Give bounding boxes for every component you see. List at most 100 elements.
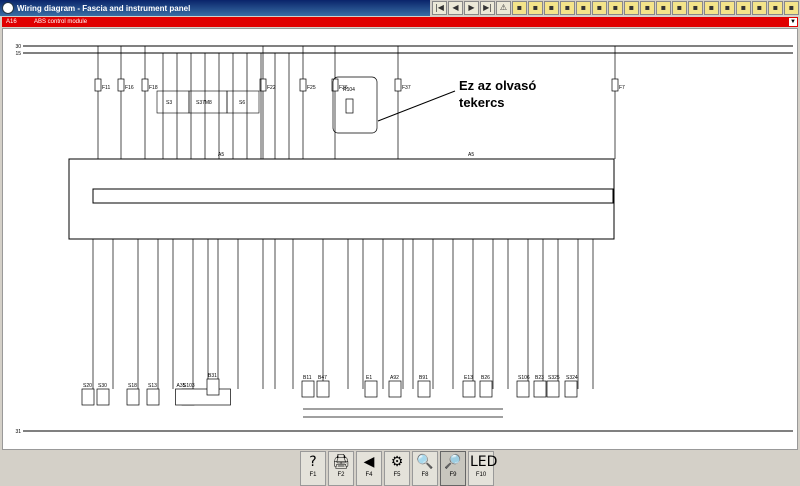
annotation-line: tekercs bbox=[459, 95, 505, 110]
connector-box[interactable] bbox=[388, 380, 402, 398]
fkey-f5-button[interactable]: ⚙ F5 bbox=[384, 451, 410, 486]
fkey-label: F8 bbox=[421, 472, 429, 478]
fkey-f4-button[interactable]: ◀ F4 bbox=[356, 451, 382, 486]
fuse-label: F16 bbox=[125, 85, 134, 91]
connector-label: E1 bbox=[366, 375, 372, 381]
wiring-diagram-canvas[interactable]: 30 15 31 A5 A5 R104 S3 S37M8 S6 S20 S30 S1… bbox=[2, 28, 798, 450]
toolbar: |◀ ◀ ▶ ▶| ⚠ ▪ ▪ ▪ ▪ ▪ ▪ ▪ ▪ ▪ ▪ ▪ ▪ ▪ ▪ ▪ ▪ ▪ ▪ bbox=[430, 0, 800, 16]
tool-icon[interactable]: ▪ bbox=[768, 1, 783, 15]
fkey-icon: 🔍 bbox=[416, 454, 434, 470]
rail-label: 31 bbox=[15, 429, 21, 435]
annotation-note: Ez az olvasó tekercs bbox=[459, 77, 536, 111]
fkey-f1-button[interactable]: ? F1 bbox=[300, 451, 326, 486]
rail-label: 30 bbox=[15, 44, 21, 50]
tool-icon[interactable]: ▪ bbox=[592, 1, 607, 15]
connector-label: S30 bbox=[98, 383, 107, 389]
app-icon bbox=[2, 2, 14, 14]
function-key-bar: ? F1 🖨 F2 ◀ F4 ⚙ F5 🔍 F8 🔎 F9 LED F10 bbox=[0, 451, 800, 486]
tool-icon[interactable]: ▪ bbox=[672, 1, 687, 15]
annotation-line: Ez az olvasó bbox=[459, 78, 537, 93]
tool-icon[interactable]: ▪ bbox=[656, 1, 671, 15]
tool-icon[interactable]: ▪ bbox=[544, 1, 559, 15]
connector-label: S13 bbox=[148, 383, 157, 389]
module-name: ABS control module bbox=[34, 19, 88, 25]
connector-label: A92 bbox=[390, 375, 399, 381]
tool-icon[interactable]: ▪ bbox=[576, 1, 591, 15]
connector-box[interactable] bbox=[533, 380, 547, 398]
fkey-label: F4 bbox=[365, 472, 373, 478]
connector-box[interactable] bbox=[96, 388, 110, 406]
tool-icon[interactable]: ▪ bbox=[688, 1, 703, 15]
connector-box[interactable] bbox=[175, 388, 231, 406]
connector-box[interactable] bbox=[417, 380, 431, 398]
tool-icon[interactable]: ▪ bbox=[704, 1, 719, 15]
chevron-down-icon[interactable]: ▼ bbox=[789, 18, 797, 26]
fkey-label: F5 bbox=[393, 472, 401, 478]
connector-label: B91 bbox=[419, 375, 428, 381]
module-code: A16 bbox=[6, 19, 17, 25]
fkey-icon: 🔎 bbox=[444, 454, 462, 470]
fkey-icon: ? bbox=[309, 454, 317, 470]
tool-icon[interactable]: ▪ bbox=[624, 1, 639, 15]
first-icon[interactable]: |◀ bbox=[432, 1, 447, 15]
fkey-label: F9 bbox=[449, 472, 457, 478]
connector-box[interactable] bbox=[462, 380, 476, 398]
connector-box[interactable] bbox=[126, 388, 140, 406]
tool-icon[interactable]: ▪ bbox=[640, 1, 655, 15]
connector-label: B26 bbox=[481, 375, 490, 381]
fkey-label: F10 bbox=[475, 472, 487, 478]
connector-label: S324 bbox=[566, 375, 578, 381]
fkey-f8-button[interactable]: 🔍 F8 bbox=[412, 451, 438, 486]
connector-label: B23 bbox=[535, 375, 544, 381]
last-icon[interactable]: ▶| bbox=[480, 1, 495, 15]
fuse-label: F18 bbox=[149, 85, 158, 91]
tool-icon[interactable]: ▪ bbox=[560, 1, 575, 15]
connector-box[interactable] bbox=[479, 380, 493, 398]
connector-box[interactable] bbox=[146, 388, 160, 406]
tool-icon[interactable]: ▪ bbox=[752, 1, 767, 15]
connector-label: B11 bbox=[303, 375, 312, 381]
connector-box[interactable] bbox=[206, 378, 220, 396]
connector-box[interactable] bbox=[316, 380, 330, 398]
module-header: A16 ABS control module ▼ bbox=[2, 17, 798, 27]
fuse-label: F37 bbox=[402, 85, 411, 91]
prev-icon[interactable]: ◀ bbox=[448, 1, 463, 15]
connector-box[interactable] bbox=[546, 380, 560, 398]
fkey-f9-button[interactable]: 🔎 F9 bbox=[440, 451, 466, 486]
svg-text:A5: A5 bbox=[468, 152, 474, 158]
fuse-label: F7 bbox=[619, 85, 625, 91]
tool-icon[interactable]: ▪ bbox=[720, 1, 735, 15]
fkey-label: F1 bbox=[309, 472, 317, 478]
fkey-label: F2 bbox=[337, 472, 345, 478]
connector-box[interactable] bbox=[81, 388, 95, 406]
connector-label: S106 bbox=[518, 375, 530, 381]
window-title: Wiring diagram - Fascia and instrument p… bbox=[17, 3, 191, 13]
tool-icon[interactable]: ▪ bbox=[736, 1, 751, 15]
warning-icon[interactable]: ⚠ bbox=[496, 1, 511, 15]
next-icon[interactable]: ▶ bbox=[464, 1, 479, 15]
tool-icon[interactable]: ▪ bbox=[608, 1, 623, 15]
wiring-diagram: 30 15 31 A5 A5 R104 S3 S37M8 S6 S20 S30 S1… bbox=[15, 44, 793, 435]
svg-text:S37M8: S37M8 bbox=[196, 100, 212, 106]
connector-label: B31 bbox=[208, 373, 217, 379]
svg-text:S6: S6 bbox=[239, 100, 245, 106]
connector-box[interactable] bbox=[301, 380, 315, 398]
connector-label: S20 bbox=[83, 383, 92, 389]
connector-box[interactable] bbox=[516, 380, 530, 398]
rail-label: 15 bbox=[15, 51, 21, 57]
tool-icon[interactable]: ▪ bbox=[528, 1, 543, 15]
fkey-icon: 🖨 bbox=[332, 454, 350, 470]
fkey-icon: ⚙ bbox=[390, 454, 404, 470]
fkey-f10-button[interactable]: LED F10 bbox=[468, 451, 498, 486]
tool-icon[interactable]: ▪ bbox=[512, 1, 527, 15]
fkey-icon: LED bbox=[470, 454, 498, 470]
fuse-label: F22 bbox=[267, 85, 276, 91]
fuse-label: F25 bbox=[307, 85, 316, 91]
connector-box[interactable] bbox=[364, 380, 378, 398]
tool-icon[interactable]: ▪ bbox=[784, 1, 799, 15]
fkey-f2-button[interactable]: 🖨 F2 bbox=[328, 451, 354, 486]
connector-box[interactable] bbox=[564, 380, 578, 398]
connector-label: A35 bbox=[177, 383, 186, 389]
connector-label: B47 bbox=[318, 375, 327, 381]
connector-label: S18 bbox=[128, 383, 137, 389]
